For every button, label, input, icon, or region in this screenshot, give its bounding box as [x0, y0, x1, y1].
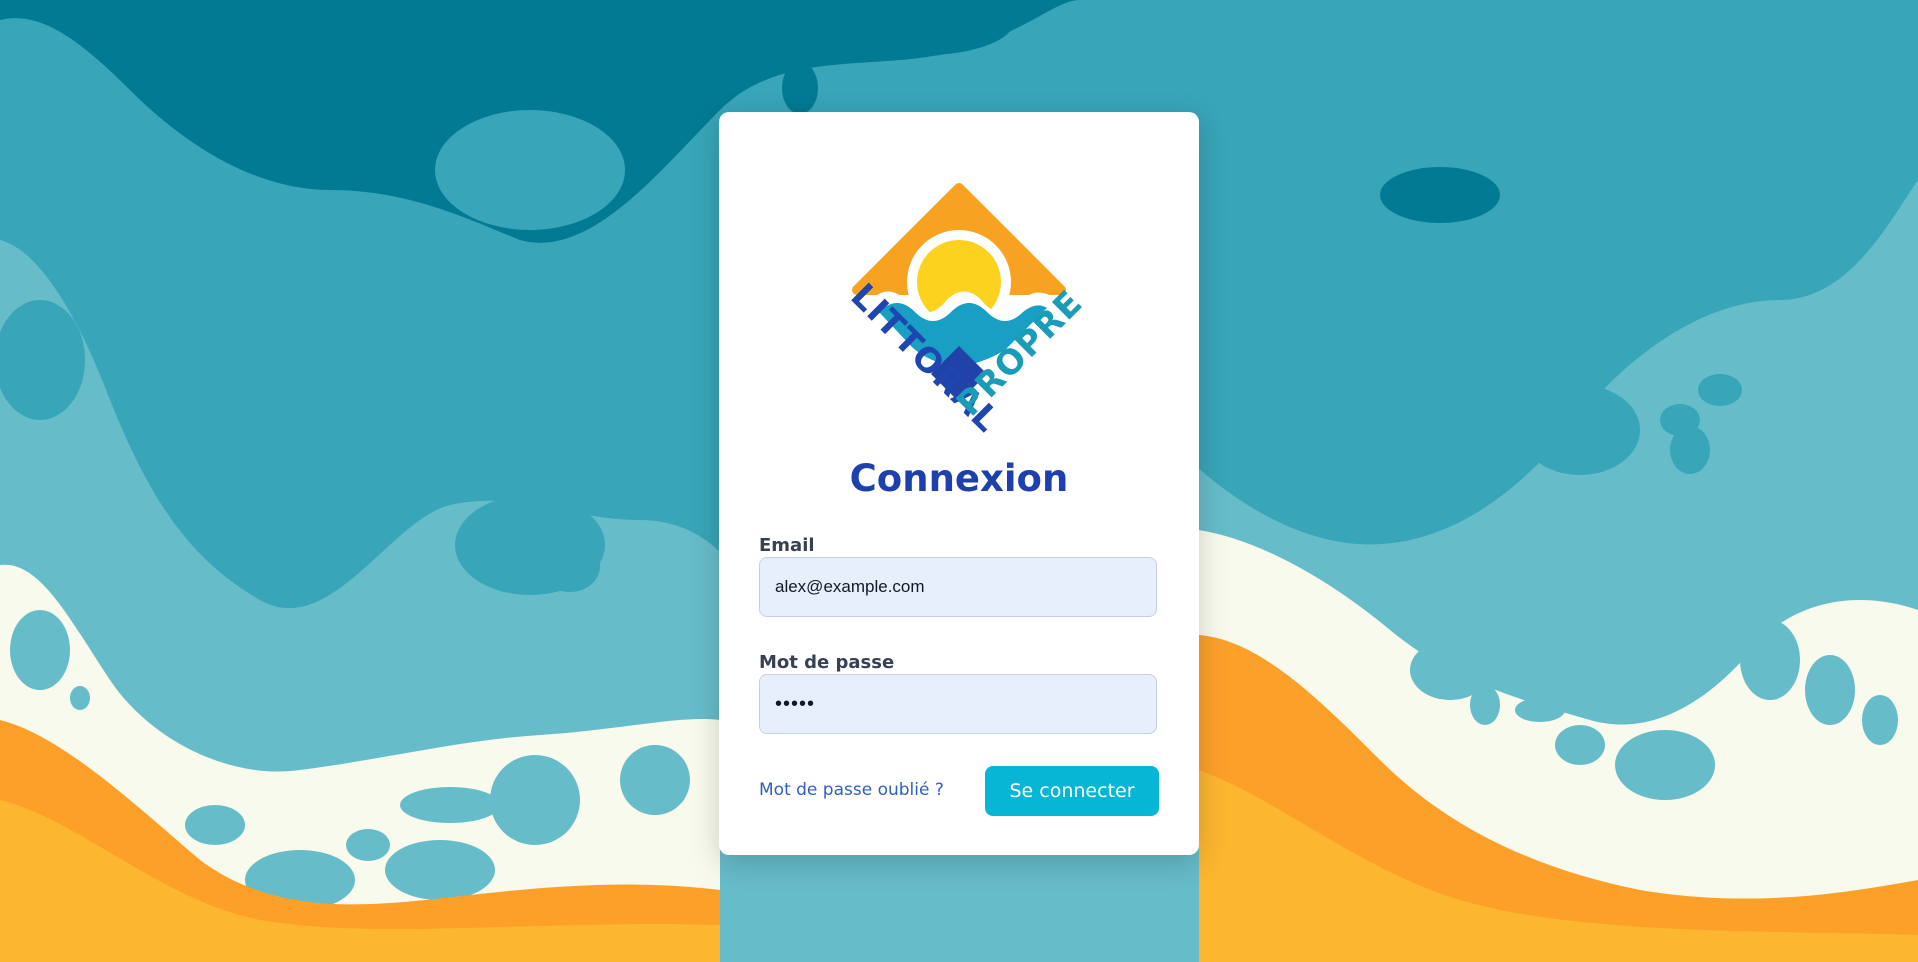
password-field[interactable]	[759, 674, 1157, 734]
login-card: LITTORAL PROPRE Connexion Email Mot de p…	[719, 112, 1199, 855]
forgot-password-link[interactable]: Mot de passe oublié ?	[759, 780, 944, 800]
password-label: Mot de passe	[759, 652, 895, 673]
littoral-propre-logo: LITTORAL PROPRE	[843, 183, 1091, 441]
login-button[interactable]: Se connecter	[985, 766, 1159, 816]
email-field[interactable]	[759, 557, 1157, 617]
page-title: Connexion	[849, 457, 1069, 500]
mid-pebbles	[435, 110, 625, 230]
email-label: Email	[759, 535, 815, 556]
